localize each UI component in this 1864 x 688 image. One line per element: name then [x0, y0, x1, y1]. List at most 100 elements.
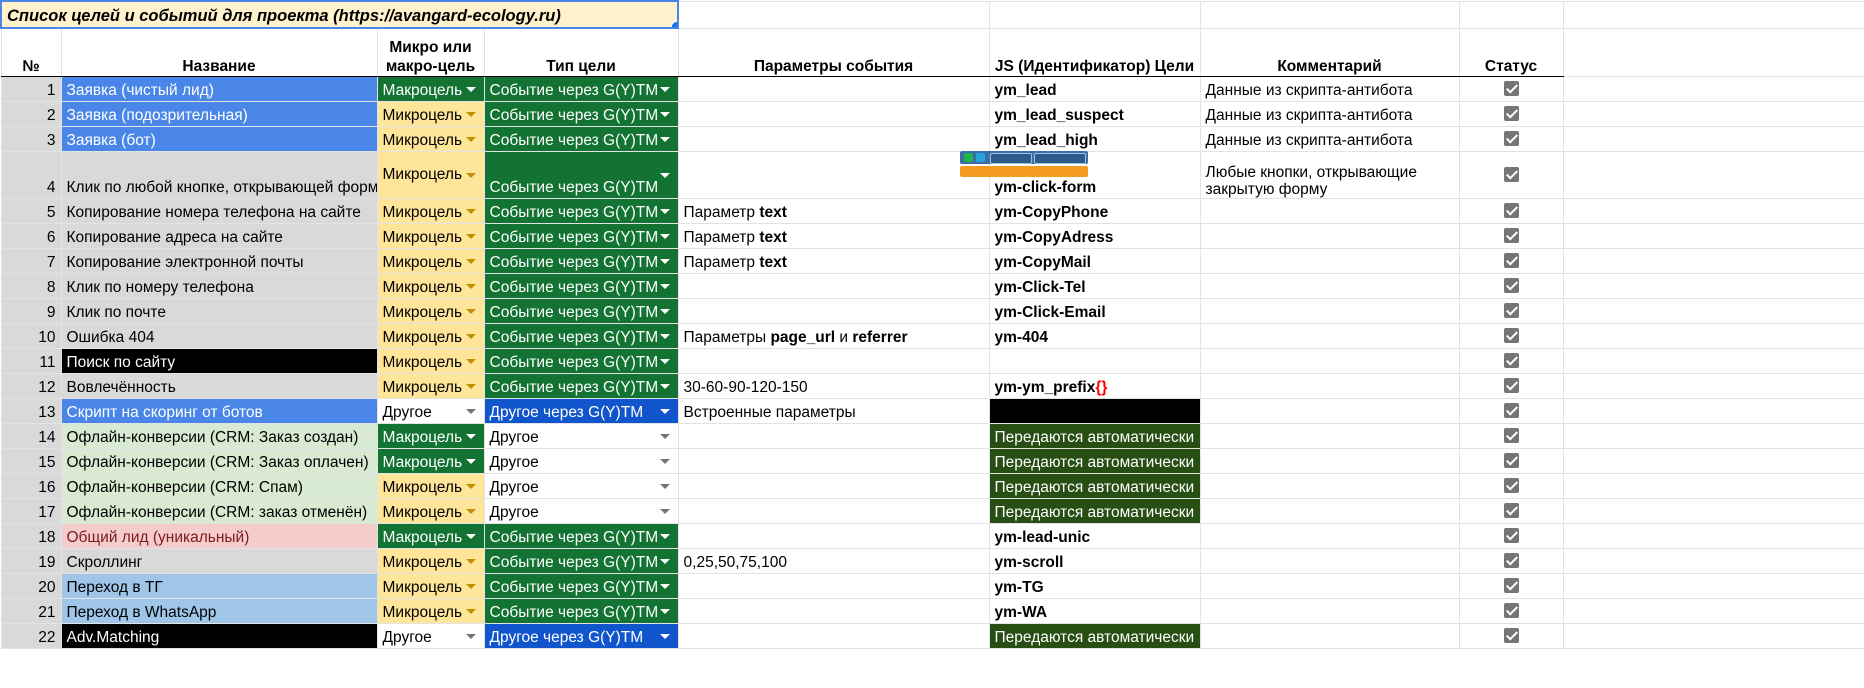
js-identifier-cell[interactable]: ym-ym_prefix{}	[988, 372, 1201, 399]
dropdown-arrow-icon[interactable]	[659, 358, 670, 364]
row-number[interactable]: 17	[0, 497, 62, 524]
dropdown-arrow-icon[interactable]	[659, 383, 670, 389]
empty-cell[interactable]	[1562, 622, 1864, 649]
dropdown-arrow-icon[interactable]	[465, 533, 476, 539]
selection-handle[interactable]	[671, 21, 677, 26]
row-number[interactable]: 22	[0, 622, 62, 649]
dropdown-arrow-icon[interactable]	[659, 233, 670, 239]
comment-cell[interactable]	[1199, 597, 1460, 624]
comment-cell[interactable]	[1199, 397, 1460, 424]
dropdown-arrow-icon[interactable]	[659, 583, 670, 589]
goal-kind-dropdown[interactable]: Событие через G(Y)TM	[483, 547, 679, 574]
empty-cell[interactable]	[1562, 125, 1864, 152]
checkbox-checked-icon[interactable]	[1503, 378, 1519, 394]
goal-name-cell[interactable]: Скроллинг	[60, 547, 378, 574]
comment-cell[interactable]	[1199, 522, 1460, 549]
js-identifier-cell[interactable]: ym-CopyAdress	[988, 222, 1201, 249]
header-comment[interactable]: Комментарий	[1199, 27, 1460, 77]
checkbox-checked-icon[interactable]	[1503, 328, 1519, 344]
event-params-cell[interactable]: Параметр text	[677, 247, 990, 274]
event-params-cell[interactable]: Параметр text	[677, 222, 990, 249]
empty-cell[interactable]	[1562, 372, 1864, 399]
goal-name-cell[interactable]: Общий лид (уникальный)	[60, 522, 378, 549]
js-identifier-cell[interactable]: ym-lead-unic	[988, 522, 1201, 549]
empty-cell[interactable]	[1562, 0, 1864, 29]
goal-type-dropdown[interactable]: Микроцель	[376, 547, 485, 574]
comment-cell[interactable]	[1199, 422, 1460, 449]
row-number[interactable]: 10	[0, 322, 62, 349]
js-identifier-cell[interactable]: ym-TG	[988, 572, 1201, 599]
status-cell[interactable]	[1458, 197, 1564, 224]
dropdown-arrow-icon[interactable]	[659, 533, 670, 539]
dropdown-arrow-icon[interactable]	[465, 308, 476, 314]
empty-cell[interactable]	[1562, 422, 1864, 449]
empty-cell[interactable]	[1562, 247, 1864, 274]
comment-cell[interactable]	[1199, 347, 1460, 374]
checkbox-checked-icon[interactable]	[1503, 253, 1519, 269]
js-identifier-cell[interactable]: ym-CopyMail	[988, 247, 1201, 274]
goal-name-cell[interactable]: Офлайн-конверсии (CRM: Заказ создан)	[60, 422, 378, 449]
row-number[interactable]: 4	[0, 150, 62, 199]
empty-cell[interactable]	[1562, 572, 1864, 599]
checkbox-checked-icon[interactable]	[1503, 428, 1519, 444]
comment-cell[interactable]	[1199, 197, 1460, 224]
row-number[interactable]: 9	[0, 297, 62, 324]
header-params[interactable]: Параметры события	[677, 27, 990, 77]
dropdown-arrow-icon[interactable]	[659, 458, 670, 464]
empty-cell[interactable]	[1562, 347, 1864, 374]
checkbox-checked-icon[interactable]	[1503, 81, 1519, 97]
comment-cell[interactable]	[1199, 247, 1460, 274]
checkbox-checked-icon[interactable]	[1503, 553, 1519, 569]
status-cell[interactable]	[1458, 522, 1564, 549]
goal-name-cell[interactable]: Клик по номеру телефона	[60, 272, 378, 299]
goal-type-dropdown[interactable]: Микроцель	[376, 222, 485, 249]
status-cell[interactable]	[1458, 125, 1564, 152]
event-params-cell[interactable]	[677, 422, 990, 449]
dropdown-arrow-icon[interactable]	[465, 433, 476, 439]
comment-cell[interactable]	[1199, 547, 1460, 574]
checkbox-checked-icon[interactable]	[1503, 167, 1519, 183]
event-params-cell[interactable]: Встроенные параметры	[677, 397, 990, 424]
dropdown-arrow-icon[interactable]	[659, 333, 670, 339]
row-number[interactable]: 2	[0, 100, 62, 127]
js-identifier-cell[interactable]: Передаются автоматически	[988, 422, 1201, 449]
goal-kind-dropdown[interactable]: Событие через G(Y)TM	[483, 347, 679, 374]
goal-name-cell[interactable]: Копирование номера телефона на сайте	[60, 197, 378, 224]
goal-type-dropdown[interactable]: Другое	[376, 397, 485, 424]
goal-name-cell[interactable]: Поиск по сайту	[60, 347, 378, 374]
dropdown-arrow-icon[interactable]	[465, 408, 476, 414]
dropdown-arrow-icon[interactable]	[659, 308, 670, 314]
goal-name-cell[interactable]: Офлайн-конверсии (CRM: Спам)	[60, 472, 378, 499]
status-cell[interactable]	[1458, 150, 1564, 199]
checkbox-checked-icon[interactable]	[1503, 503, 1519, 519]
empty-cell[interactable]	[1562, 322, 1864, 349]
row-number[interactable]: 6	[0, 222, 62, 249]
status-cell[interactable]	[1458, 497, 1564, 524]
empty-cell[interactable]	[1562, 197, 1864, 224]
goal-type-dropdown[interactable]: Макроцель	[376, 75, 485, 102]
header-type[interactable]: Микро или макро-цель	[376, 27, 485, 77]
goal-name-cell[interactable]: Заявка (чистый лид)	[60, 75, 378, 102]
row-number[interactable]: 11	[0, 347, 62, 374]
dropdown-arrow-icon[interactable]	[465, 208, 476, 214]
empty-cell[interactable]	[1562, 75, 1864, 102]
goal-name-cell[interactable]: Ошибка 404	[60, 322, 378, 349]
event-params-cell[interactable]	[677, 272, 990, 299]
checkbox-checked-icon[interactable]	[1503, 278, 1519, 294]
event-params-cell[interactable]	[677, 347, 990, 374]
empty-cell[interactable]	[1562, 222, 1864, 249]
event-params-cell[interactable]: Параметры page_url и referrer	[677, 322, 990, 349]
empty-cell[interactable]	[1562, 100, 1864, 127]
row-number[interactable]: 18	[0, 522, 62, 549]
status-cell[interactable]	[1458, 372, 1564, 399]
dropdown-arrow-icon[interactable]	[465, 283, 476, 289]
dropdown-arrow-icon[interactable]	[465, 508, 476, 514]
status-cell[interactable]	[1458, 397, 1564, 424]
goal-name-cell[interactable]: Заявка (бот)	[60, 125, 378, 152]
goal-type-dropdown[interactable]: Микроцель	[376, 272, 485, 299]
status-cell[interactable]	[1458, 472, 1564, 499]
goal-kind-dropdown[interactable]: Событие через G(Y)TM	[483, 222, 679, 249]
header-js[interactable]: JS (Идентификатор) Цели	[988, 27, 1201, 77]
event-params-cell[interactable]	[677, 472, 990, 499]
goal-kind-dropdown[interactable]: Другое	[483, 422, 679, 449]
